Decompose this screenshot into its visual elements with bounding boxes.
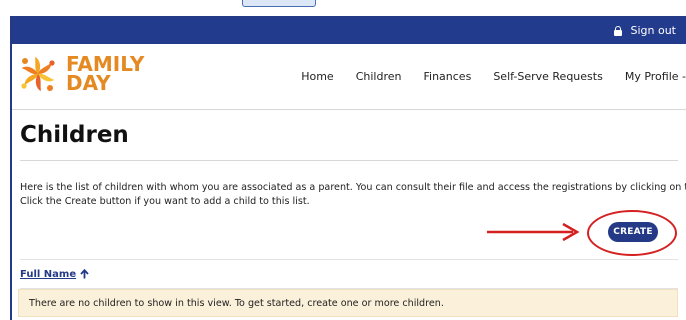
main-nav: Home Children Finances Self-Serve Reques… bbox=[301, 44, 686, 109]
family-day-logo-icon bbox=[21, 57, 55, 91]
browser-viewport: Sign out FAMILY DAY Home Children Financ… bbox=[10, 16, 686, 320]
brand-line2: DAY bbox=[66, 71, 111, 95]
nav-item-home[interactable]: Home bbox=[301, 70, 333, 83]
lock-icon bbox=[614, 26, 623, 36]
nav-item-children[interactable]: Children bbox=[356, 70, 402, 83]
nav-item-finances[interactable]: Finances bbox=[423, 70, 471, 83]
site-header: FAMILY DAY Home Children Finances Self-S… bbox=[12, 44, 686, 110]
nav-item-my-profile[interactable]: My Profile - bbox=[625, 70, 686, 83]
table-header: Full Name bbox=[20, 260, 678, 289]
empty-state-row: There are no children to show in this vi… bbox=[18, 289, 678, 317]
sort-ascending-icon bbox=[80, 269, 89, 279]
intro-line-1: Here is the list of children with whom y… bbox=[20, 182, 686, 193]
sign-out-label: Sign out bbox=[630, 24, 676, 37]
sign-out-link[interactable]: Sign out bbox=[614, 24, 676, 37]
top-tab-fragment bbox=[242, 0, 316, 7]
title-divider bbox=[20, 160, 678, 161]
intro-text: Here is the list of children with whom y… bbox=[20, 181, 686, 209]
family-day-logo[interactable]: FAMILY DAY bbox=[18, 54, 144, 94]
main-content: Children Here is the list of children wi… bbox=[12, 110, 686, 317]
intro-line-2: Click the Create button if you want to a… bbox=[20, 196, 310, 207]
nav-item-self-serve-requests[interactable]: Self-Serve Requests bbox=[493, 70, 603, 83]
empty-state-message: There are no children to show in this vi… bbox=[29, 297, 444, 309]
actions-bar: CREATE bbox=[20, 209, 678, 260]
annotation-arrow bbox=[487, 222, 580, 242]
column-header-full-name[interactable]: Full Name bbox=[20, 269, 89, 280]
column-header-label: Full Name bbox=[20, 268, 77, 280]
create-button[interactable]: CREATE bbox=[608, 222, 658, 242]
page-title: Children bbox=[20, 122, 129, 148]
top-bar: Sign out bbox=[12, 18, 686, 44]
